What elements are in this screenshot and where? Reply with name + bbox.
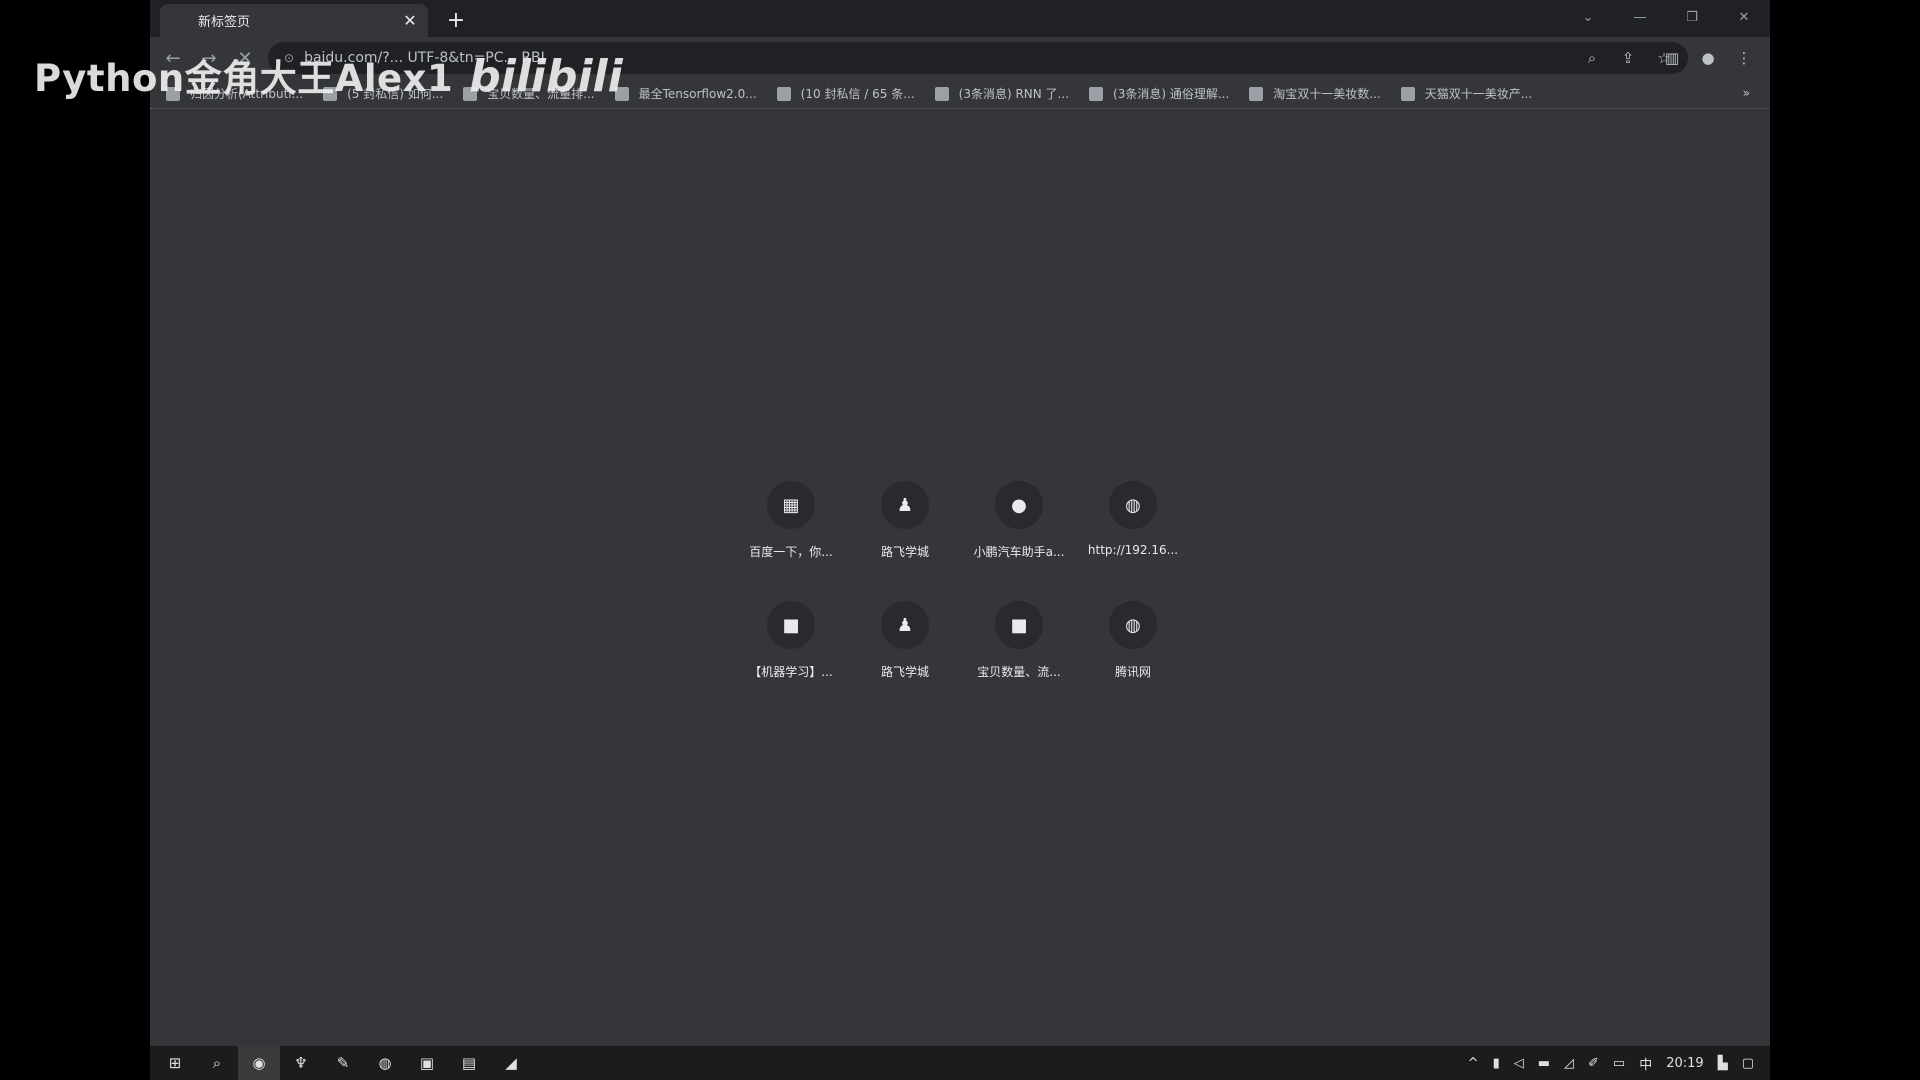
shortcut-tile[interactable]: ■ 宝贝数量、流... — [963, 597, 1075, 709]
shortcut-label: 腾讯网 — [1114, 665, 1151, 679]
search-icon[interactable]: ⌕ — [196, 1046, 238, 1080]
bookmark-item[interactable]: (10 封私信 / 65 条... — [776, 85, 915, 102]
profile-icon[interactable]: ● — [1690, 43, 1726, 73]
app-icon[interactable]: ▣ — [406, 1046, 448, 1080]
shortcut-label: 宝贝数量、流... — [977, 665, 1061, 679]
bookmark-item[interactable]: 天猫双十一美妆产... — [1400, 85, 1533, 102]
share-icon[interactable]: ⇪ — [1610, 49, 1646, 67]
shortcuts-grid: ▦ 百度一下，你... ♟ 路飞学城 ● 小鹏汽车助手a... ◍ http://192.16… — [735, 477, 1191, 709]
favicon-icon — [1249, 86, 1264, 101]
bookmark-label: 最全Tensorflow2.0... — [638, 87, 757, 101]
chevron-up-icon[interactable]: ^ — [1468, 1056, 1479, 1071]
shortcut-tile[interactable]: ● 小鹏汽车助手a... — [963, 477, 1075, 589]
volume-icon[interactable]: ◁ — [1514, 1056, 1524, 1071]
square-icon: ■ — [767, 601, 815, 649]
app-icon[interactable]: ✎ — [322, 1046, 364, 1080]
ime-indicator[interactable]: 中 — [1639, 1054, 1652, 1073]
bookmark-label: (3条消息) 通俗理解... — [1113, 87, 1230, 101]
restore-button[interactable]: ❐ — [1666, 0, 1718, 34]
shortcut-tile[interactable]: ◍ 腾讯网 — [1077, 597, 1189, 709]
watermark: Python金角大王Alex1 bilibili — [34, 48, 623, 102]
watermark-text: Python金角大王Alex1 — [34, 57, 454, 100]
clock[interactable]: 20:19 — [1666, 1056, 1703, 1071]
shortcut-tile[interactable]: ■ 【机器学习】... — [735, 597, 847, 709]
bookmark-label: (10 封私信 / 65 条... — [800, 87, 915, 101]
browser-window: 新标签页 ✕ + ⌄ — ❐ ✕ ← → ✕ ⊙ baidu.com/?... … — [150, 0, 1770, 1080]
video-frame: 新标签页 ✕ + ⌄ — ❐ ✕ ← → ✕ ⊙ baidu.com/?... … — [0, 0, 1920, 1080]
minimize-button[interactable]: — — [1614, 0, 1666, 34]
close-window-button[interactable]: ✕ — [1718, 0, 1770, 34]
favicon-icon — [934, 86, 949, 101]
bookmark-item[interactable]: 淘宝双十一美妆数... — [1249, 85, 1381, 102]
side-panel-icon[interactable]: ▥ — [1654, 43, 1690, 73]
globe-icon: ◍ — [1109, 601, 1157, 649]
window-controls: ⌄ — ❐ ✕ — [1562, 0, 1770, 34]
tab-new-tab[interactable]: 新标签页 ✕ — [160, 4, 428, 37]
grid-icon: ▦ — [767, 481, 815, 529]
shortcut-tile[interactable]: ♟ 路飞学城 — [849, 477, 961, 589]
shortcut-label: 【机器学习】... — [749, 665, 833, 679]
bookmark-item[interactable]: (3条消息) 通俗理解... — [1089, 85, 1229, 102]
favicon-icon — [1089, 86, 1104, 101]
pen-icon[interactable]: ✐ — [1588, 1056, 1599, 1071]
chrome-icon[interactable]: ◉ — [238, 1046, 280, 1080]
new-tab-button[interactable]: + — [442, 6, 470, 34]
bookmark-label: (3条消息) RNN 了... — [958, 87, 1070, 101]
keyboard-icon[interactable]: ▭ — [1613, 1056, 1625, 1071]
battery-icon[interactable]: ▬ — [1538, 1056, 1550, 1071]
shortcut-tile[interactable]: ◍ http://192.16... — [1077, 477, 1189, 589]
favicon-icon — [1400, 86, 1415, 101]
bookmarks-overflow-icon[interactable]: » — [1743, 86, 1750, 100]
favicon-icon — [776, 86, 791, 101]
bookmark-item[interactable]: 最全Tensorflow2.0... — [614, 85, 757, 102]
tab-strip: 新标签页 ✕ + ⌄ — ❐ ✕ — [150, 0, 1770, 37]
bookmark-label: 天猫双十一美妆产... — [1424, 87, 1533, 101]
bookmark-item[interactable]: (3条消息) RNN 了... — [934, 85, 1070, 102]
app-icon[interactable]: ◢ — [490, 1046, 532, 1080]
microphone-icon[interactable]: ▮ — [1493, 1056, 1500, 1071]
taskbar: ⊞ ⌕ ◉ ♆ ✎ ◍ ▣ ▤ ◢ ^ ▮ ◁ ▬ ◿ ✐ ▭ 中 20:19 … — [150, 1046, 1770, 1080]
person-icon: ♟ — [881, 601, 929, 649]
app-icon[interactable]: ♆ — [280, 1046, 322, 1080]
shortcut-label: 小鹏汽车助手a... — [973, 545, 1065, 559]
app-tray-icon[interactable]: ▙ — [1718, 1056, 1728, 1071]
network-icon[interactable]: ◿ — [1564, 1056, 1574, 1071]
notification-icon[interactable]: ▢ — [1742, 1056, 1754, 1071]
system-tray: ^ ▮ ◁ ▬ ◿ ✐ ▭ 中 20:19 ▙ ▢ — [1454, 1046, 1754, 1080]
shortcut-label: 路飞学城 — [880, 545, 929, 559]
tab-title: 新标签页 — [198, 15, 251, 30]
shortcut-label: 路飞学城 — [880, 665, 929, 679]
toolbar-right: ▥ ● ⋮ — [1654, 43, 1762, 73]
person-icon: ♟ — [881, 481, 929, 529]
bookmark-label: 淘宝双十一美妆数... — [1273, 87, 1381, 101]
circle-icon: ● — [995, 481, 1043, 529]
start-icon[interactable]: ⊞ — [154, 1046, 196, 1080]
folder-icon[interactable]: ▤ — [448, 1046, 490, 1080]
close-icon[interactable]: ✕ — [396, 7, 424, 35]
app-icon[interactable]: ◍ — [364, 1046, 406, 1080]
square-icon: ■ — [995, 601, 1043, 649]
globe-icon: ◍ — [1109, 481, 1157, 529]
bilibili-logo: bilibili — [469, 51, 623, 102]
tab-search-icon[interactable]: ⌄ — [1562, 0, 1614, 34]
shortcut-tile[interactable]: ▦ 百度一下，你... — [735, 477, 847, 589]
shortcut-label: http://192.16... — [1087, 543, 1179, 557]
shortcut-tile[interactable]: ♟ 路飞学城 — [849, 597, 961, 709]
shortcut-label: 百度一下，你... — [749, 545, 833, 559]
zoom-icon[interactable]: ⌕ — [1574, 49, 1610, 67]
menu-icon[interactable]: ⋮ — [1726, 43, 1762, 73]
